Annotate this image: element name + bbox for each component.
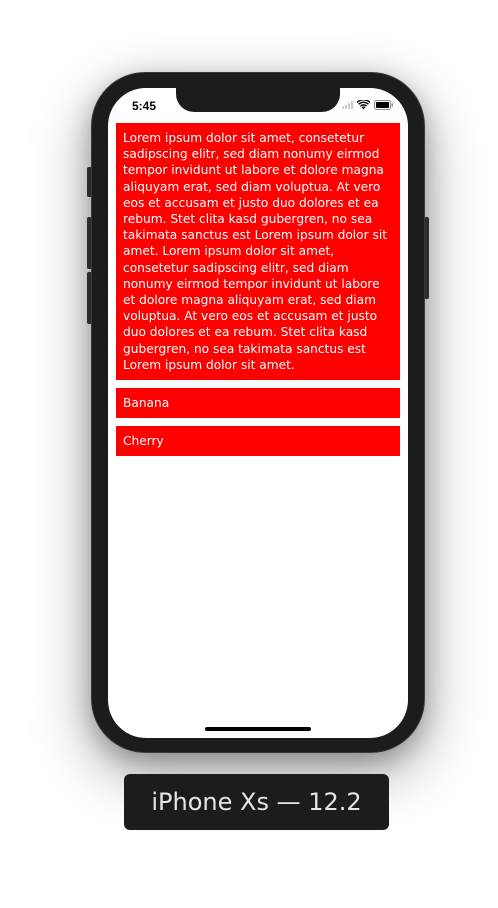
list-item[interactable]: Cherry — [116, 426, 400, 456]
phone-screen: 5:45 Lorem ipsum dolor sit amet, consete… — [108, 88, 408, 738]
signal-icon — [342, 101, 353, 109]
home-indicator[interactable] — [205, 727, 311, 731]
notch — [176, 88, 340, 112]
simulator-stage: 5:45 Lorem ipsum dolor sit amet, consete… — [0, 0, 498, 908]
wifi-icon — [357, 100, 370, 110]
list-item[interactable]: Banana — [116, 388, 400, 418]
list-item-label: Cherry — [123, 434, 164, 448]
status-icons — [342, 100, 394, 110]
list-item-label: Banana — [123, 396, 170, 410]
list-item-label: Lorem ipsum dolor sit amet, consetetur s… — [123, 131, 388, 372]
battery-icon — [374, 100, 394, 110]
device-label: iPhone Xs — 12.2 — [124, 774, 389, 830]
list-item[interactable]: Lorem ipsum dolor sit amet, consetetur s… — [116, 123, 400, 380]
list-view[interactable]: Lorem ipsum dolor sit amet, consetetur s… — [116, 123, 400, 464]
status-time: 5:45 — [132, 99, 157, 113]
